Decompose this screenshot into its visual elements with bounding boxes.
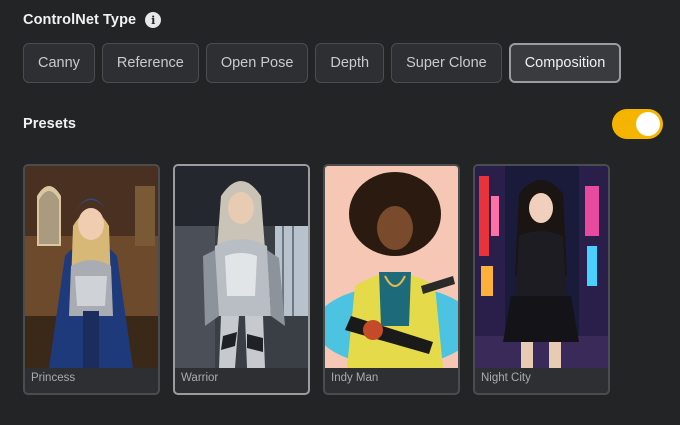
preset-label: Night City [481,372,531,384]
controlnet-type-tabs: Canny Reference Open Pose Depth Super Cl… [23,43,622,83]
tab-super-clone[interactable]: Super Clone [391,43,502,83]
presets-toggle[interactable] [612,109,663,139]
preset-label: Princess [31,372,76,384]
toggle-knob [636,112,660,136]
tab-reference[interactable]: Reference [101,43,199,83]
controlnet-title: ControlNet Type [23,12,137,28]
info-icon[interactable]: i [145,12,162,28]
princess-image [25,166,158,368]
controlnet-header: ControlNet Type i [23,12,162,28]
presets-title: Presets [23,116,77,132]
tab-canny[interactable]: Canny [23,43,95,83]
preset-card-night-city[interactable]: Night City [473,164,610,395]
preset-label: Warrior [181,372,219,384]
preset-label: Indy Man [331,372,379,384]
presets-list: Princess Warrior Indy Man Night City [23,164,610,395]
warrior-image [175,166,308,368]
preset-card-princess[interactable]: Princess [23,164,160,395]
night-city-image [475,166,608,368]
preset-card-indy-man[interactable]: Indy Man [323,164,460,395]
tab-depth[interactable]: Depth [315,43,385,83]
preset-card-warrior[interactable]: Warrior [173,164,310,395]
tab-open-pose[interactable]: Open Pose [205,43,309,83]
tab-composition[interactable]: Composition [508,43,622,83]
indy-man-image [325,166,458,368]
